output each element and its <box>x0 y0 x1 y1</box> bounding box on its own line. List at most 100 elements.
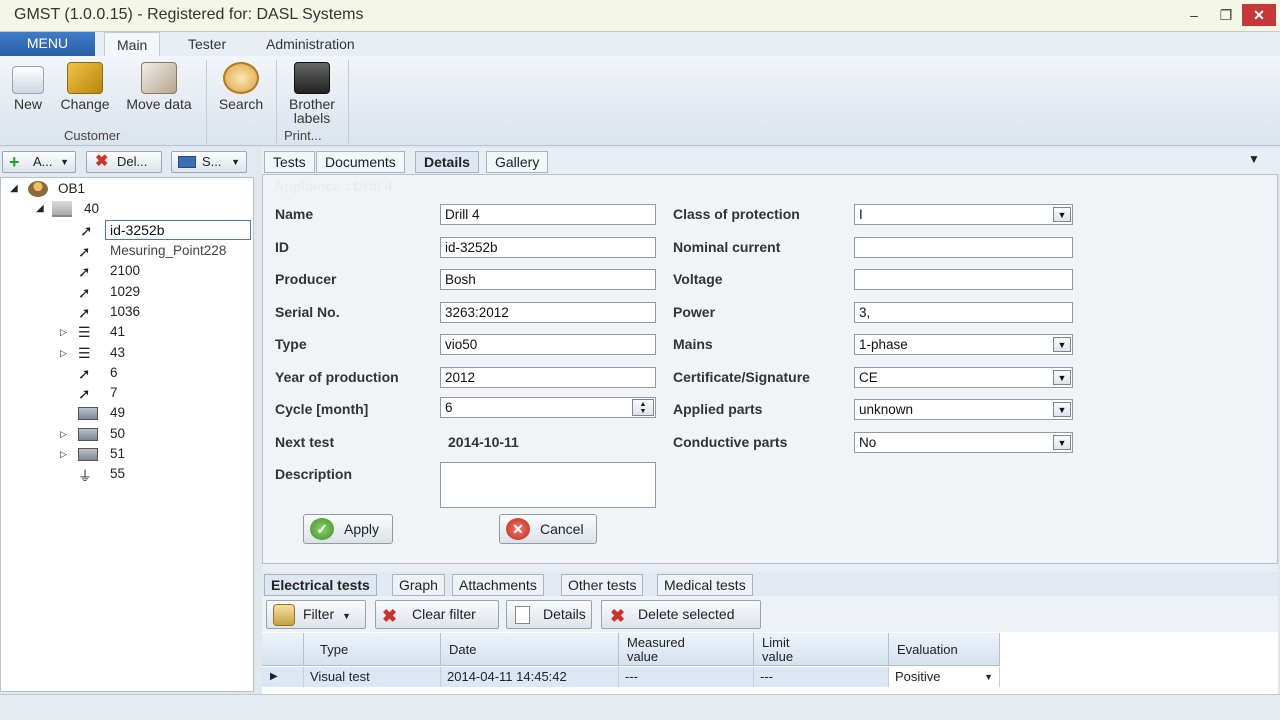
change-button[interactable]: Change <box>56 62 114 111</box>
cell-evaluation[interactable]: Positive ▼ <box>889 667 1000 687</box>
search-button[interactable]: Search <box>214 62 268 111</box>
appliance-title: Appliance : Drill 4 <box>274 178 393 194</box>
close-icon[interactable]: ✕ <box>1242 4 1276 26</box>
cycle-stepper[interactable]: 6 ▲ ▼ <box>440 397 656 418</box>
new-button[interactable]: New <box>6 62 50 111</box>
column-header-evaluation[interactable]: Evaluation <box>889 633 1000 666</box>
delete-icon: ✖ <box>610 606 626 626</box>
serial-field[interactable]: 3263:2012 <box>440 302 656 323</box>
collapse-icon[interactable]: ◢ <box>36 200 44 218</box>
group-customer: Customer <box>64 128 121 143</box>
change-button-label: Change <box>60 96 110 112</box>
tree-node[interactable]: 7 <box>110 384 118 402</box>
cell-type: Visual test <box>304 667 441 687</box>
add-button[interactable]: + A... ▼ <box>2 151 76 173</box>
year-label: Year of production <box>275 369 399 385</box>
tree-node-edit-field[interactable]: id-3252b <box>105 220 251 240</box>
applied-parts-label: Applied parts <box>673 401 763 417</box>
restore-icon[interactable]: ❐ <box>1214 4 1238 26</box>
tree-node[interactable]: 41 <box>110 323 125 341</box>
select-button[interactable]: S... ▼ <box>171 151 247 173</box>
class-label: Class of protection <box>673 206 800 222</box>
collapse-icon[interactable]: ◢ <box>10 180 18 198</box>
tree-node[interactable]: 1036 <box>110 303 140 321</box>
cancel-button[interactable]: ✕ Cancel <box>499 514 597 544</box>
menu-button[interactable]: MENU <box>0 32 95 56</box>
tab-details[interactable]: Details <box>415 151 479 173</box>
mains-select[interactable]: 1-phase ▼ <box>854 334 1073 355</box>
producer-field[interactable]: Bosh <box>440 269 656 290</box>
expand-icon[interactable]: ▷ <box>60 425 67 443</box>
type-field[interactable]: vio50 <box>440 334 656 355</box>
chevron-down-icon[interactable]: ▼ <box>1053 435 1071 450</box>
filter-button[interactable]: Filter ▼ <box>266 600 366 629</box>
tree-node[interactable]: 55 <box>110 465 125 483</box>
year-field[interactable]: 2012 <box>440 367 656 388</box>
expand-icon[interactable]: ▷ <box>60 323 67 341</box>
tab-medical-tests[interactable]: Medical tests <box>657 574 753 596</box>
tab-electrical-tests[interactable]: Electrical tests <box>264 574 377 596</box>
tree-node[interactable]: Mesuring_Point228 <box>110 242 226 260</box>
tab-main[interactable]: Main <box>104 32 161 56</box>
next-test-value: 2014-10-11 <box>448 434 519 450</box>
brother-labels-button[interactable]: Brother labels <box>280 62 344 125</box>
class-select[interactable]: I ▼ <box>854 204 1073 225</box>
cycle-value: 6 <box>445 400 453 415</box>
tree-node[interactable]: 2100 <box>110 262 140 280</box>
chevron-down-icon[interactable]: ▼ <box>1053 207 1071 222</box>
select-button-label: S... <box>202 154 222 169</box>
cancel-label: Cancel <box>540 521 584 537</box>
column-header-type[interactable]: Type <box>304 633 441 666</box>
id-field[interactable]: id-3252b <box>440 237 656 258</box>
tab-graph[interactable]: Graph <box>392 574 445 596</box>
panel-menu-icon[interactable]: ▼ <box>1248 152 1260 166</box>
certificate-select[interactable]: CE ▼ <box>854 367 1073 388</box>
details-label: Details <box>543 606 586 622</box>
tab-other-tests[interactable]: Other tests <box>561 574 644 596</box>
current-field[interactable] <box>854 237 1073 258</box>
move-data-button[interactable]: Move data <box>118 62 200 111</box>
mains-value: 1-phase <box>859 337 908 352</box>
document-icon <box>515 606 530 624</box>
tree-node[interactable]: 50 <box>110 425 125 443</box>
tree-node[interactable]: 49 <box>110 404 125 422</box>
tab-tests[interactable]: Tests <box>264 151 315 173</box>
ribbon-divider <box>348 60 349 144</box>
chevron-down-icon[interactable]: ▼ <box>1053 337 1071 352</box>
chevron-down-icon[interactable]: ▼ <box>1053 370 1071 385</box>
tree-node[interactable]: 1029 <box>110 283 140 301</box>
window-title: GMST (1.0.0.15) - Registered for: DASL S… <box>14 6 364 23</box>
tab-administration[interactable]: Administration <box>254 32 367 56</box>
name-field[interactable]: Drill 4 <box>440 204 656 225</box>
expand-icon[interactable]: ▷ <box>60 445 67 463</box>
conductive-parts-select[interactable]: No ▼ <box>854 432 1073 453</box>
chevron-down-icon[interactable]: ▼ <box>1053 402 1071 417</box>
tree-node-40[interactable]: 40 <box>84 200 99 218</box>
details-button[interactable]: Details <box>506 600 592 629</box>
tab-attachments[interactable]: Attachments <box>452 574 544 596</box>
tab-gallery[interactable]: Gallery <box>486 151 549 173</box>
delete-selected-button[interactable]: ✖ Delete selected <box>601 600 761 629</box>
column-header-limit[interactable]: Limit value <box>754 633 889 666</box>
column-header-date[interactable]: Date <box>441 633 619 666</box>
description-field[interactable] <box>440 462 656 508</box>
spin-arrows-icon[interactable]: ▲ ▼ <box>632 399 654 416</box>
horizontal-splitter[interactable] <box>262 564 1278 572</box>
tree-node[interactable]: 6 <box>110 364 118 382</box>
tree-node[interactable]: 51 <box>110 445 125 463</box>
power-field[interactable]: 3, <box>854 302 1073 323</box>
expand-icon[interactable]: ▷ <box>60 344 67 362</box>
tree-node[interactable]: 43 <box>110 344 125 362</box>
chevron-down-icon[interactable]: ▼ <box>984 667 993 687</box>
delete-button[interactable]: ✖ Del... <box>86 151 162 173</box>
tab-tester[interactable]: Tester <box>176 32 238 56</box>
minimize-icon[interactable]: – <box>1182 4 1206 26</box>
column-header-measured[interactable]: Measured value <box>619 633 754 666</box>
producer-label: Producer <box>275 271 337 287</box>
tree-node-ob1[interactable]: OB1 <box>58 180 85 198</box>
clear-filter-button[interactable]: ✖ Clear filter <box>375 600 499 629</box>
voltage-field[interactable] <box>854 269 1073 290</box>
tab-documents[interactable]: Documents <box>316 151 405 173</box>
applied-parts-select[interactable]: unknown ▼ <box>854 399 1073 420</box>
apply-button[interactable]: ✓ Apply <box>303 514 393 544</box>
